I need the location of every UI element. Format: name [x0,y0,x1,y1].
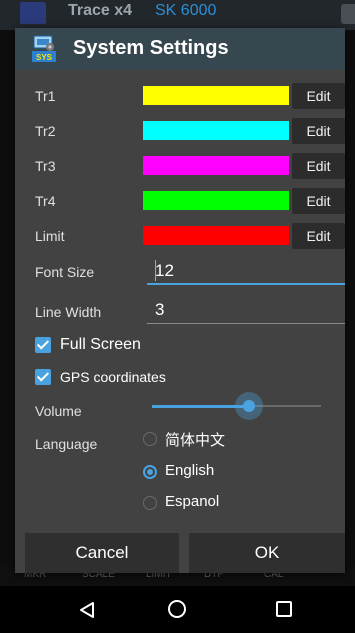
line-width-value: 3 [155,300,165,319]
tr3-edit-button[interactable]: Edit [292,153,345,179]
volume-slider-thumb[interactable] [243,400,255,412]
tr2-edit-button[interactable]: Edit [292,118,345,144]
tr4-label: Tr4 [35,193,56,209]
back-icon[interactable] [79,601,95,619]
limit-color-swatch [143,226,289,245]
tr1-edit-button[interactable]: Edit [292,83,345,109]
language-label: Language [35,436,98,452]
gps-coordinates-checkbox[interactable]: GPS coordinates [35,369,166,385]
checkbox-checked-icon [35,369,51,385]
tr3-label: Tr3 [35,158,56,174]
dialog-title: System Settings [73,37,229,59]
sys-settings-icon: SYS [32,35,56,62]
limit-edit-button[interactable]: Edit [292,223,345,249]
language-option-espanol[interactable]: Espanol [165,493,219,510]
line-width-input[interactable]: 3 [147,296,345,324]
font-size-input[interactable]: 12 [147,257,345,285]
full-screen-label: Full Screen [60,336,141,353]
volume-label: Volume [35,403,82,419]
line-width-underline [147,323,345,324]
tr2-label: Tr2 [35,123,56,139]
system-settings-dialog: SYS System Settings Tr1 Edit Tr2 Edit Tr… [15,28,345,573]
limit-label: Limit [35,228,65,244]
background-subtitle: SK 6000 [155,2,217,19]
background-header: Trace x4 SK 6000 [0,0,355,30]
menu-handle [341,4,355,24]
dialog-header: SYS System Settings [15,28,345,70]
background-title: Trace x4 [68,2,133,19]
tr1-label: Tr1 [35,88,56,104]
language-option-chinese[interactable]: 简体中文 [165,429,225,450]
language-radio-chinese[interactable] [143,432,157,446]
ok-button[interactable]: OK [189,533,345,573]
app-logo-icon [20,2,46,24]
language-option-english[interactable]: English [165,462,214,479]
cancel-button[interactable]: Cancel [25,533,179,573]
font-size-label: Font Size [35,264,95,280]
tr3-color-swatch [143,156,289,175]
line-width-label: Line Width [35,304,102,320]
checkbox-checked-icon [35,337,51,353]
tr4-edit-button[interactable]: Edit [292,188,345,214]
font-size-value: 12 [155,261,174,280]
font-size-underline [147,283,345,285]
sys-icon-label: SYS [36,53,53,62]
language-radio-espanol[interactable] [143,496,157,510]
recent-apps-icon[interactable] [276,601,292,617]
full-screen-checkbox[interactable]: Full Screen [35,336,141,354]
navigation-bar [0,586,355,633]
tr4-color-swatch [143,191,289,210]
tr1-color-swatch [143,86,289,105]
language-radio-english[interactable] [143,465,157,479]
gps-coordinates-label: GPS coordinates [60,369,166,385]
home-icon[interactable] [168,600,186,618]
tr2-color-swatch [143,121,289,140]
